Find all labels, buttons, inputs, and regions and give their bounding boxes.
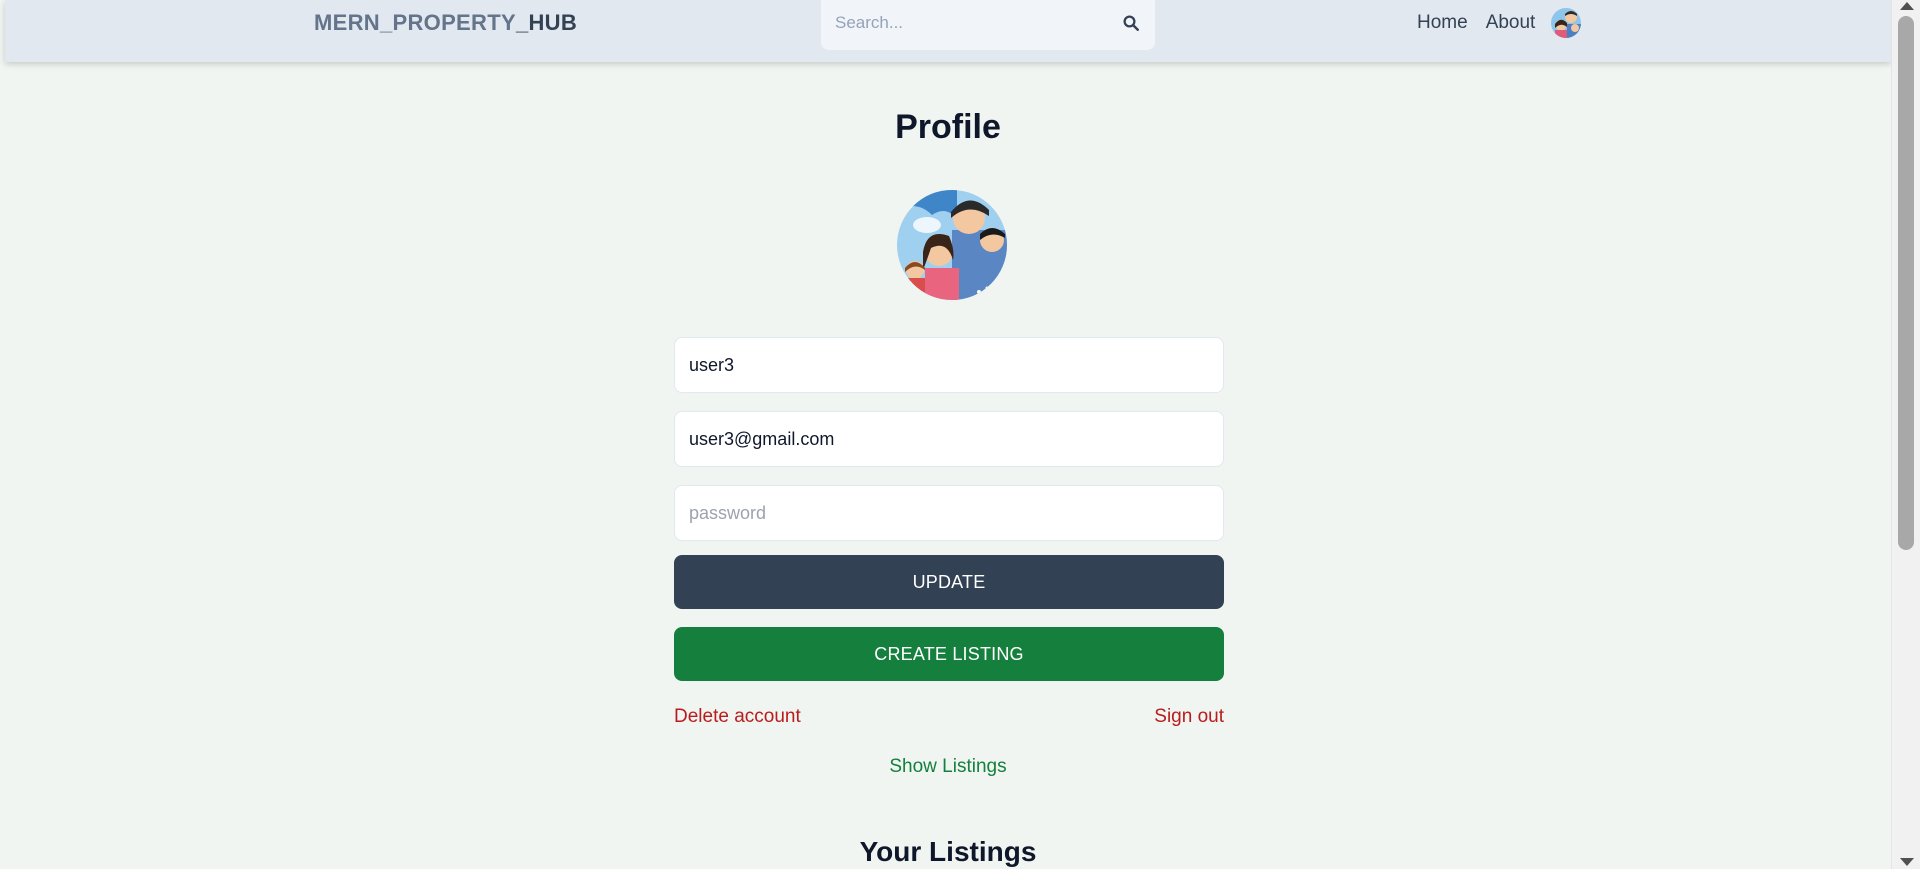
avatar-image	[1551, 8, 1582, 38]
scrollbar-thumb[interactable]	[1898, 16, 1914, 550]
email-field[interactable]	[674, 411, 1224, 467]
search-input[interactable]	[821, 0, 1101, 46]
nav-about-link[interactable]: About	[1486, 12, 1536, 34]
update-button[interactable]: UPDATE	[674, 555, 1224, 609]
avatar[interactable]	[1551, 8, 1582, 38]
your-listings-heading: Your Listings	[859, 836, 1037, 867]
profile-avatar[interactable]	[897, 190, 1007, 300]
scroll-up-icon[interactable]	[1900, 2, 1914, 10]
search-icon	[1123, 15, 1139, 31]
show-listings-container: Show Listings	[5, 756, 1891, 778]
header: MERN_PROPERTY_HUB Home About	[5, 0, 1891, 62]
logo[interactable]: MERN_PROPERTY_HUB	[314, 10, 577, 36]
logo-text-secondary: _HUB	[515, 10, 578, 35]
password-field[interactable]	[674, 485, 1224, 541]
delete-account-link[interactable]: Delete account	[674, 706, 801, 728]
profile-avatar-image	[897, 190, 1007, 300]
page: MERN_PROPERTY_HUB Home About	[5, 0, 1891, 869]
vertical-scrollbar[interactable]	[1891, 0, 1920, 869]
top-nav: Home About	[1417, 8, 1582, 38]
logo-text-primary: MERN_PROPERTY	[314, 10, 516, 35]
page-title: Profile	[895, 108, 1001, 146]
search-bar	[821, 0, 1155, 50]
nav-home-link[interactable]: Home	[1417, 12, 1468, 34]
create-listing-button[interactable]: CREATE LISTING	[674, 627, 1224, 681]
search-button[interactable]	[1115, 8, 1147, 38]
sign-out-link[interactable]: Sign out	[1154, 706, 1224, 728]
username-field[interactable]	[674, 337, 1224, 393]
show-listings-link[interactable]: Show Listings	[889, 756, 1006, 777]
scroll-down-icon[interactable]	[1900, 858, 1914, 866]
